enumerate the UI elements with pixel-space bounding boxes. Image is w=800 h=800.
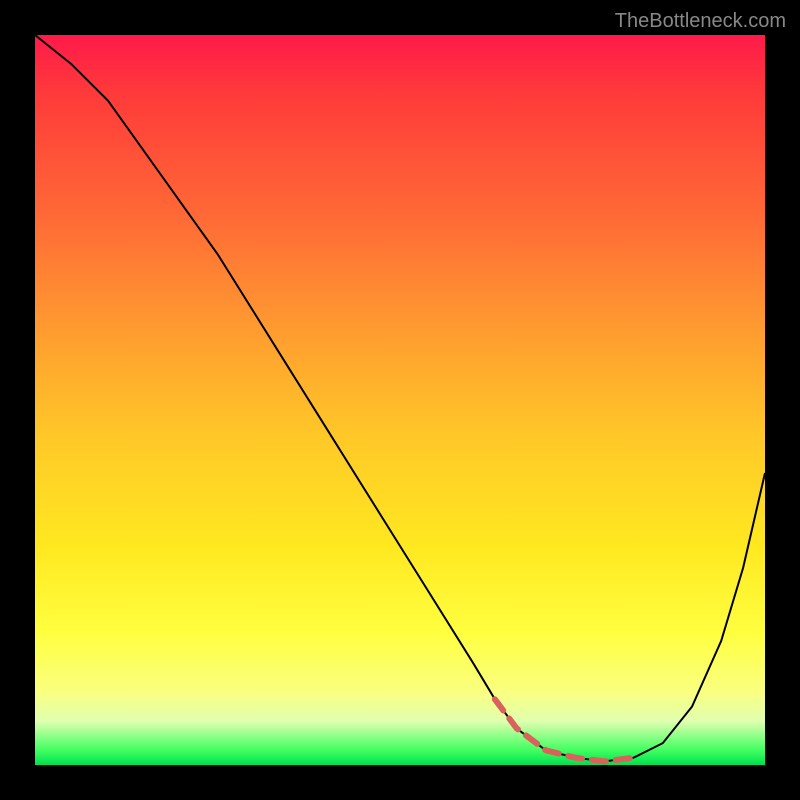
optimal-zone-highlight (495, 699, 634, 761)
bottleneck-curve (35, 35, 765, 761)
chart-svg (35, 35, 765, 765)
chart-plot-area (35, 35, 765, 765)
watermark-text: TheBottleneck.com (615, 10, 786, 33)
